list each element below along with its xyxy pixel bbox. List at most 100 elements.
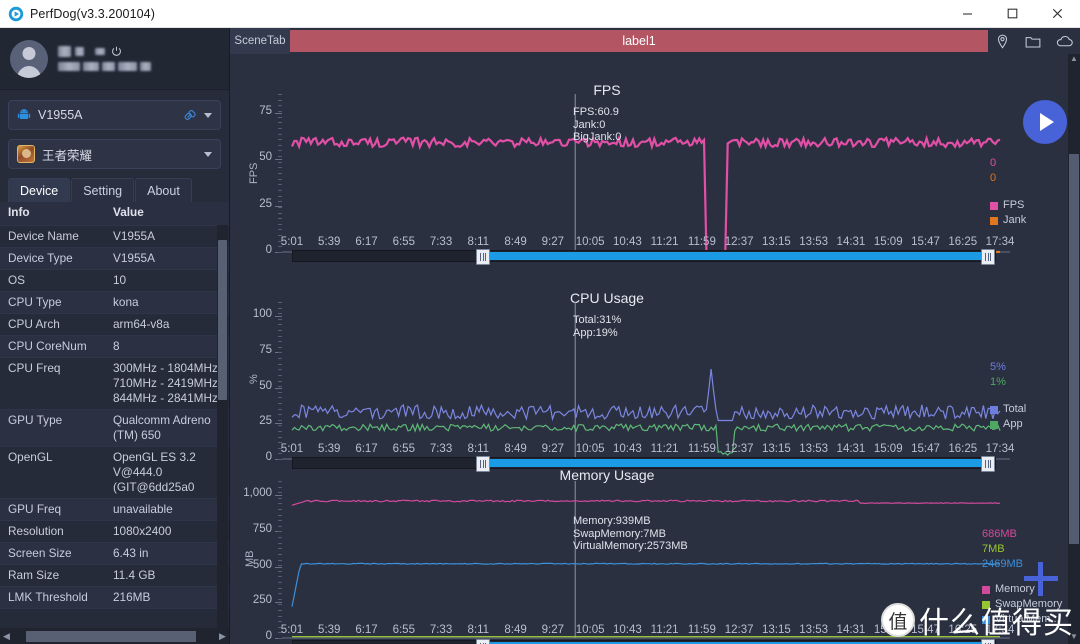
tab-setting[interactable]: Setting [71,178,135,202]
chart-fps-legend: 0 0 FPS Jank [990,156,1026,228]
app-select[interactable]: 王者荣耀 [8,139,221,169]
legend-item-app[interactable]: App [990,417,1026,432]
legend-item-jank[interactable]: Jank [990,213,1026,228]
chart-fps-range-slider[interactable] [292,249,996,265]
cloud-icon[interactable] [1056,34,1073,48]
table-row[interactable]: CPU CoreNum 8 [0,335,229,358]
chart-cpu-plot[interactable] [282,302,1010,460]
scrollbar-thumb[interactable] [1069,154,1079,544]
add-button[interactable] [1024,562,1058,596]
y-tick-label: 750 [252,522,272,535]
table-cell-value: 216MB [105,586,229,609]
table-row[interactable]: Screen Size 6.43 in [0,542,229,565]
series-line-fps [290,134,1001,253]
tab-about[interactable]: About [135,178,192,202]
legend-value-memory: 686MB [982,528,1017,540]
table-row[interactable]: GPU Freq unavailable [0,498,229,521]
scene-label-bar[interactable]: label1 [290,30,988,52]
table-row[interactable]: Ram Size 11.4 GB [0,564,229,587]
legend-item-total[interactable]: Total [990,402,1026,417]
y-tick-label: 75 [259,343,272,356]
scroll-right-icon[interactable]: ▶ [216,631,229,642]
table-row[interactable]: Device Name V1955A [0,225,229,248]
x-tick-label: 10:43 [612,624,642,636]
x-tick-label: 10:05 [575,624,605,636]
table-cell-value: 11.4 GB [105,564,229,587]
chart-memory-plot[interactable] [282,481,1010,639]
x-tick-label: 6:17 [355,236,378,248]
y-tick-mark [275,423,282,425]
slider-handle-right[interactable] [981,249,995,265]
window-titlebar: PerfDog(v3.3.200104) [0,0,1080,28]
table-row[interactable]: OS 10 [0,269,229,292]
y-tick-label: 75 [259,104,272,117]
sidebar-vertical-scrollbar[interactable] [217,225,228,628]
device-info-table-wrap: Info Value Device Name V1955A Device Type V… [0,202,229,644]
location-pin-icon[interactable] [995,34,1010,49]
sidebar-horizontal-scrollbar[interactable]: ◀ ▶ [0,628,229,644]
table-cell-value: 8 [105,335,229,358]
legend-item-fps[interactable]: FPS [990,198,1026,213]
x-tick-label: 13:15 [762,236,791,248]
chart-fps-plot[interactable] [282,94,1010,253]
chevron-down-icon[interactable] [204,112,212,118]
table-row[interactable]: Resolution 1080x2400 [0,520,229,543]
play-icon [1040,113,1054,131]
table-row[interactable]: OpenGL OpenGL ES 3.2 V@444.0 (GIT@6dd25a0 [0,446,229,499]
power-icon[interactable] [111,46,122,57]
slider-handle-right[interactable] [981,639,995,644]
play-button[interactable] [1023,100,1067,144]
blur-block [102,62,115,71]
table-cell-key: LMK Threshold [0,586,105,609]
scroll-up-icon[interactable]: ▲ [1068,54,1080,66]
scroll-track[interactable] [26,630,203,642]
table-cell-key: Resolution [0,520,105,543]
legend-value-total: 5% [990,361,1006,373]
y-tick-mark [275,602,282,604]
x-tick-label: 6:55 [392,624,415,636]
table-cell-key: Screen Size [0,542,105,565]
y-tick-mark [275,316,282,318]
tab-device[interactable]: Device [8,178,71,202]
table-row[interactable]: CPU Type kona [0,291,229,314]
folder-icon[interactable] [1025,34,1041,49]
usb-link-icon[interactable] [182,107,198,123]
slider-handle-left[interactable] [476,249,490,265]
minimize-button[interactable] [945,0,990,28]
table-cell-value: OpenGL ES 3.2 V@444.0 (GIT@6dd25a0 [105,446,229,499]
scene-bar-icons [988,28,1080,54]
slider-handle-left[interactable] [476,639,490,644]
slider-fill [483,252,981,260]
table-cell-key: CPU Freq [0,357,105,410]
table-row[interactable]: Device Type V1955A [0,247,229,270]
maximize-button[interactable] [990,0,1035,28]
y-tick-label: 50 [259,379,272,392]
table-row[interactable]: CPU Freq 300MHz - 1804MHz 710MHz - 2419MH… [0,357,229,410]
series-line-memory [291,499,1001,506]
x-tick-label: 15:47 [911,624,940,636]
annotation-memory: Memory:939MB [573,515,651,527]
chevron-down-icon[interactable] [204,151,212,157]
user-profile [0,28,229,90]
scrollbar-thumb[interactable] [26,630,196,642]
legend-item-swapmemory[interactable]: SwapMemory [982,597,1062,612]
table-row[interactable]: CPU Arch arm64-v8a [0,313,229,336]
device-select[interactable]: V1955A [8,100,221,130]
scroll-left-icon[interactable]: ◀ [0,631,13,642]
close-button[interactable] [1035,0,1080,28]
scrollbar-thumb[interactable] [218,240,227,400]
chart-memory-range-slider[interactable] [292,639,996,644]
scene-tab[interactable]: SceneTab [230,28,290,54]
annotation-swapmemory: SwapMemory:7MB [573,527,666,540]
x-tick-label: 9:27 [541,443,565,455]
table-row[interactable]: LMK Threshold 216MB [0,586,229,609]
app-body: V1955A 王者荣耀 Device Setting About Info Va… [0,28,1080,644]
y-tick-mark [275,112,282,114]
table-cell-key: GPU Type [0,409,105,447]
table-cell-value: arm64-v8a [105,313,229,336]
main-vertical-scrollbar[interactable]: ▲ ▼ [1068,54,1080,644]
scroll-down-icon[interactable]: ▼ [1068,632,1080,644]
table-row[interactable]: GPU Type Qualcomm Adreno (TM) 650 [0,409,229,447]
y-tick-mark [275,387,282,389]
x-tick-label: 14:31 [836,624,866,636]
